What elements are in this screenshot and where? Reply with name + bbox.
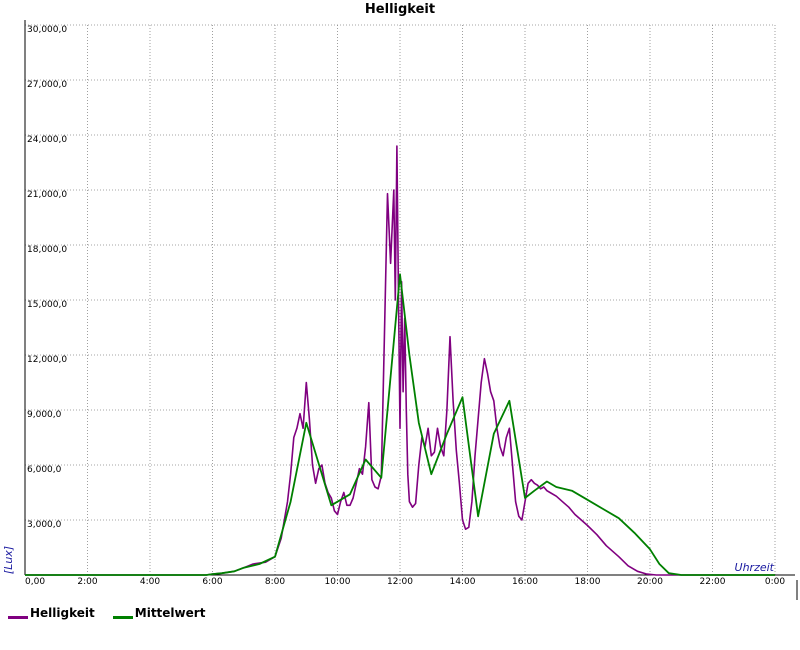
y-tick-label: 3,000,0 — [27, 520, 62, 530]
legend-label-helligkeit: Helligkeit — [30, 606, 95, 620]
y-tick-label: 21,000,0 — [27, 190, 67, 200]
chart-title: Helligkeit — [365, 2, 435, 17]
x-tick-label: 18:00 — [575, 577, 601, 587]
y-tick-label: 18,000,0 — [27, 245, 67, 255]
y-tick-label: 15,000,0 — [27, 300, 67, 310]
x-tick-label: 8:00 — [265, 577, 285, 587]
x-tick-label: 16:00 — [512, 577, 538, 587]
legend-item-mittelwert: Mittelwert — [112, 606, 206, 620]
x-tick-label: 20:00 — [637, 577, 663, 587]
series-line-helligkeit — [25, 145, 775, 576]
x-tick-label: 4:00 — [140, 577, 160, 587]
brightness-line-chart: Helligkeit 30,000,0 27,000,0 24,000,0 21,00… — [2, 2, 798, 600]
chart-axes — [24, 20, 798, 600]
legend-swatch-mittelwert — [112, 615, 133, 619]
x-tick-label: 22:00 — [700, 577, 726, 587]
x-tick-label: 0,00 — [25, 577, 45, 587]
y-axis-label: [Lux] — [2, 546, 15, 574]
y-tick-label: 6,000,0 — [27, 465, 62, 475]
chart-grid — [25, 24, 776, 575]
x-tick-label: 0:00 — [765, 577, 785, 587]
y-tick-label: 9,000,0 — [27, 410, 62, 420]
chart-legend: Helligkeit Mittelwert — [8, 606, 205, 620]
x-tick-label: 2:00 — [77, 577, 97, 587]
x-axis-label: Uhrzeit — [735, 561, 775, 574]
y-tick-label: 30,000,0 — [27, 25, 67, 35]
x-tick-label: 6:00 — [202, 577, 222, 587]
x-axis-tick-labels: 0,00 2:00 4:00 6:00 8:00 10:00 12:00 14:00 16:00… — [25, 577, 785, 587]
x-tick-label: 12:00 — [387, 577, 413, 587]
x-tick-label: 14:00 — [450, 577, 476, 587]
legend-item-helligkeit: Helligkeit — [8, 606, 95, 620]
y-tick-label: 12,000,0 — [27, 355, 67, 365]
legend-swatch-helligkeit — [8, 615, 28, 619]
y-tick-label: 27,000,0 — [27, 80, 67, 90]
y-tick-label: 24,000,0 — [27, 135, 67, 145]
chart-series — [25, 145, 775, 576]
x-tick-label: 10:00 — [325, 577, 351, 587]
y-axis-tick-labels: 30,000,0 27,000,0 24,000,0 21,000,0 18,000,0… — [27, 25, 67, 530]
legend-label-mittelwert: Mittelwert — [134, 606, 206, 620]
